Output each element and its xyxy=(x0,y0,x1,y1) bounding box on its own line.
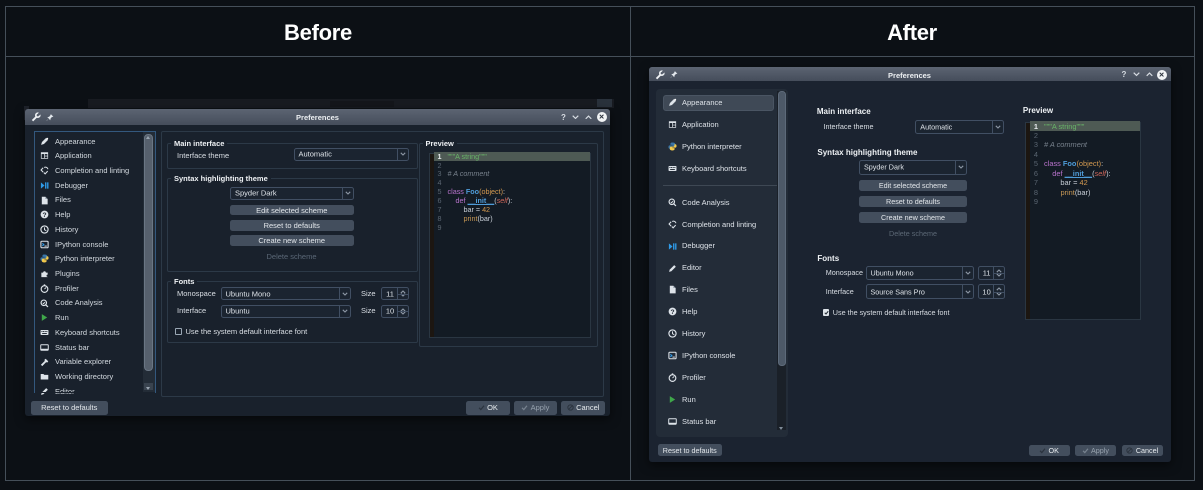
svg-text:?: ? xyxy=(670,309,674,316)
svg-text:?: ? xyxy=(42,212,46,219)
